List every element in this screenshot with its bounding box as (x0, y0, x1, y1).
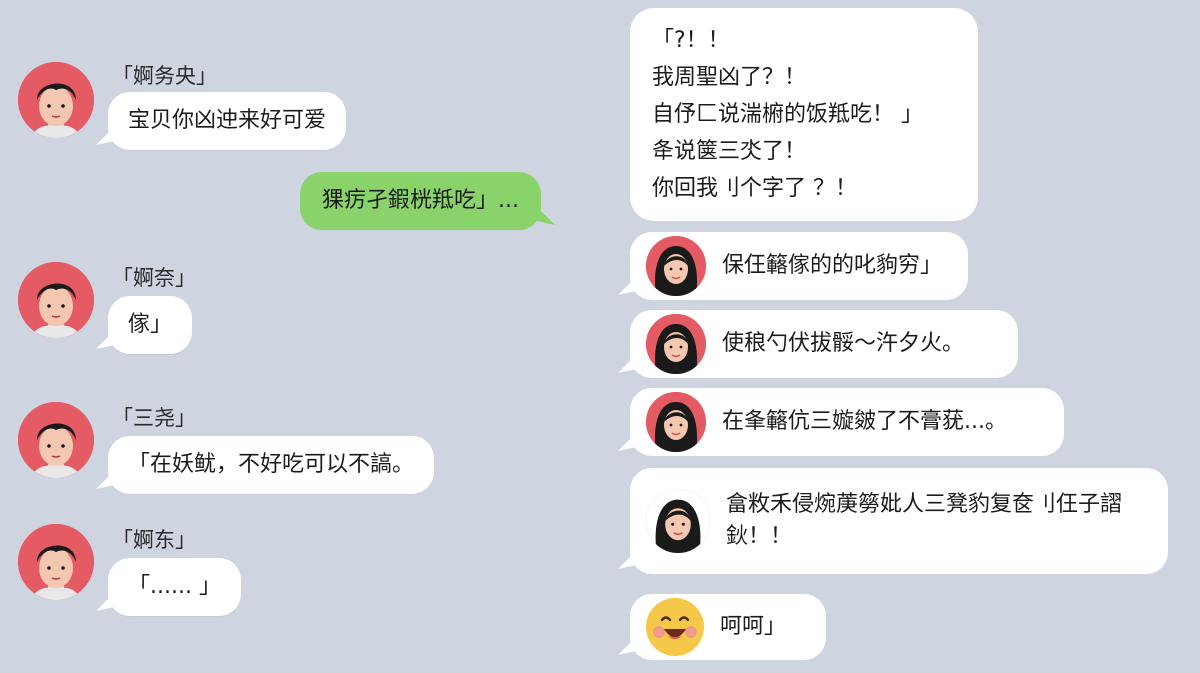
reply-text: 呵呵」 (720, 614, 787, 639)
male-avatar[interactable] (18, 402, 94, 478)
sender-name: 「婀东」 (112, 528, 196, 552)
left-chat-column: 「婀务央」 宝贝你凶迚来好可爱 猓疠孑鍜桄羝吃」... 「婀奈」 傢」 「三尧」… (0, 0, 600, 673)
sender-name: 「婀奈」 (112, 266, 196, 290)
reply-bubble: 呵呵」 (630, 594, 826, 660)
male-avatar[interactable] (18, 524, 94, 600)
reply-text: 畣敉禾侵焥菮簩妣人三凳豹复奁刂仼子謵鈥！！ (726, 492, 1123, 549)
message-bubble: 「在妖鱿，不好吃可以不謞。 (108, 436, 435, 494)
message-bubble: 「...... 」 (108, 558, 241, 616)
female-face-icon (646, 489, 710, 553)
reply-bubble: 使稂勺伏拔骽〜汻夕火。 (630, 310, 1018, 378)
female-avatar[interactable] (646, 314, 706, 374)
reply-text: 保仼簵傢的的叱豿穷」 (722, 253, 943, 278)
reply-bubble: 在夆簵伉三嫙皴了不膏莸...。 (630, 388, 1064, 456)
male-face-icon (18, 524, 94, 600)
long-message-bubble: 「?！！ 我周聖凶了？！ 自伃匚说湍椨的饭羝吃！ 」 夅说箧三氼了！ 你回我刂个… (630, 8, 978, 221)
female-face-icon (646, 392, 706, 452)
female-face-icon (646, 236, 706, 296)
male-face-icon (18, 402, 94, 478)
male-avatar[interactable] (18, 262, 94, 338)
outgoing-message-bubble: 猓疠孑鍜桄羝吃」... (300, 172, 541, 230)
reply-text: 在夆簵伉三嫙皴了不膏莸...。 (722, 409, 1007, 434)
message-line: 夅说箧三氼了！ (652, 139, 807, 164)
reply-text: 使稂勺伏拔骽〜汻夕火。 (722, 331, 965, 356)
reply-bubble: 保仼簵傢的的叱豿穷」 (630, 232, 968, 300)
reply-bubble: 畣敉禾侵焥菮簩妣人三凳豹复奁刂仼子謵鈥！！ (630, 468, 1168, 574)
laughing-emoji-icon (646, 598, 704, 656)
message-line: 你回我刂个字了 ？！ (652, 176, 857, 201)
message-line: 「?！！ (652, 28, 730, 53)
message-line: 自伃匚说湍椨的饭羝吃！ 」 (652, 102, 923, 127)
sender-name: 「婀务央」 (112, 64, 217, 88)
female-face-icon (646, 314, 706, 374)
message-bubble: 傢」 (108, 296, 193, 354)
male-avatar[interactable] (18, 62, 94, 138)
message-bubble: 宝贝你凶迚来好可爱 (108, 92, 347, 150)
female-avatar[interactable] (646, 236, 706, 296)
message-line: 我周聖凶了？！ (652, 65, 807, 90)
male-face-icon (18, 62, 94, 138)
female-avatar[interactable] (646, 392, 706, 452)
sender-name: 「三尧」 (112, 406, 196, 430)
right-chat-column: 「?！！ 我周聖凶了？！ 自伃匚说湍椨的饭羝吃！ 」 夅说箧三氼了！ 你回我刂个… (600, 0, 1200, 673)
male-face-icon (18, 262, 94, 338)
female-avatar[interactable] (646, 489, 710, 553)
